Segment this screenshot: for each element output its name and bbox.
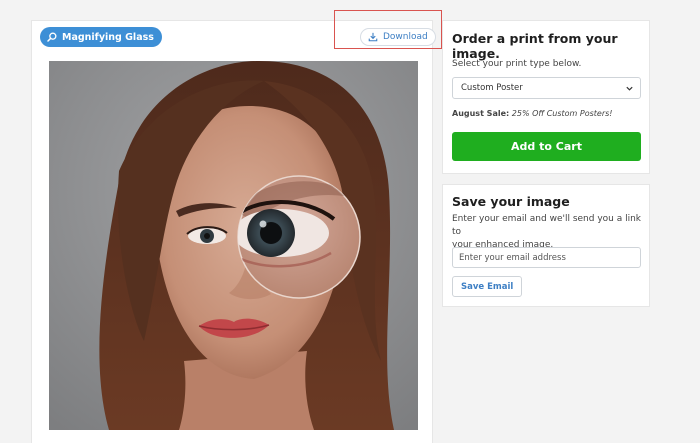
save-email-button[interactable]: Save Email — [452, 276, 523, 297]
print-type-value: Custom Poster — [461, 83, 523, 93]
download-label: Download — [383, 32, 428, 42]
print-type-select[interactable]: Custom Poster — [452, 77, 641, 99]
save-image-card: Save your image Enter your email and we'… — [442, 184, 650, 307]
save-title: Save your image — [452, 194, 570, 209]
download-button[interactable]: Download — [360, 28, 436, 46]
order-title: Order a print from your image. — [452, 31, 618, 61]
magnifying-glass-label: Magnifying Glass — [62, 31, 154, 43]
order-instruction: Select your print type below. — [452, 59, 582, 69]
magnifying-glass-button[interactable]: Magnifying Glass — [40, 27, 162, 47]
search-icon — [47, 32, 57, 42]
sale-text: 25% Off Custom Posters! — [511, 109, 613, 118]
image-viewer-panel: Magnifying Glass Download — [31, 20, 436, 443]
email-input[interactable] — [452, 247, 641, 268]
download-icon — [368, 32, 378, 42]
save-description-line-1: Enter your email and we'll send you a li… — [452, 214, 642, 237]
sale-notice: August Sale: 25% Off Custom Posters! — [452, 109, 613, 118]
sale-label: August Sale: — [452, 109, 510, 118]
portrait-image — [49, 61, 418, 430]
order-print-card: Order a print from your image. Select yo… — [442, 20, 650, 174]
enhanced-photo[interactable] — [49, 61, 418, 430]
add-to-cart-button[interactable]: Add to Cart — [452, 132, 641, 161]
chevron-down-icon — [626, 86, 633, 91]
